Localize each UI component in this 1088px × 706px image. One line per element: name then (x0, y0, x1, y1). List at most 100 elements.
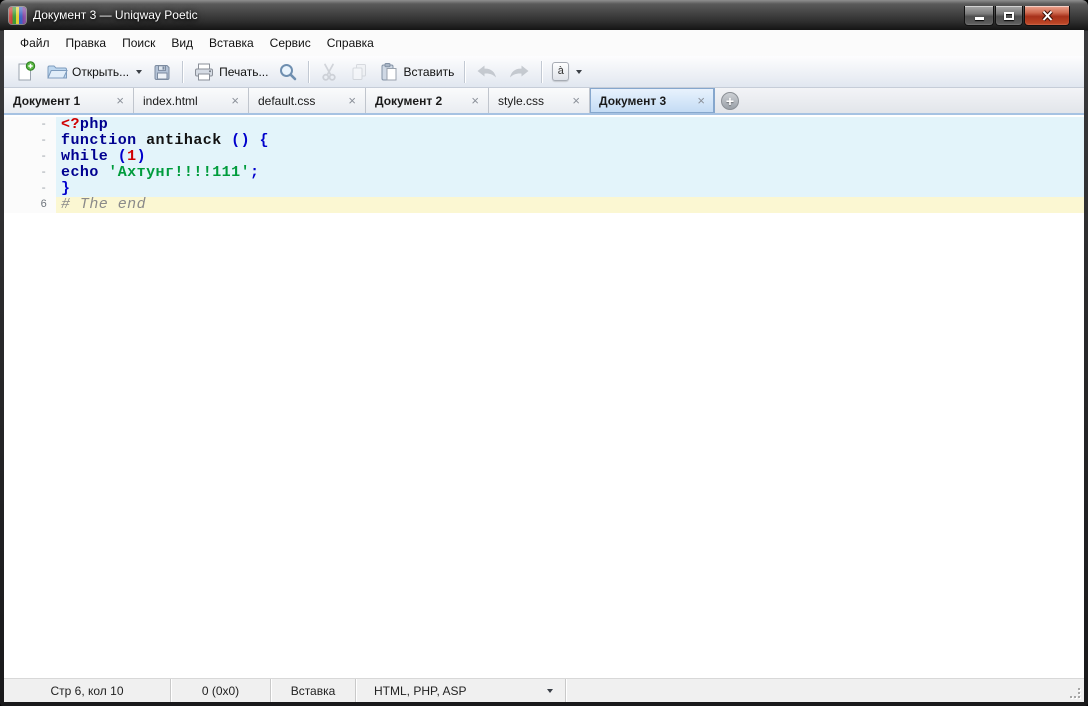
line-marker: - (4, 181, 56, 197)
line-marker: - (4, 117, 56, 133)
tab-document-1[interactable]: Документ 1 × (4, 88, 134, 113)
paste-clipboard-icon (379, 62, 399, 82)
code-text: while (1) (56, 149, 1084, 165)
save-floppy-icon (152, 62, 172, 82)
menu-file[interactable]: Файл (12, 32, 58, 54)
menu-help[interactable]: Справка (319, 32, 382, 54)
client-area: Файл Правка Поиск Вид Вставка Сервис Спр… (4, 30, 1084, 702)
tab-close-icon[interactable]: × (572, 94, 580, 107)
tab-label: Документ 3 (599, 94, 666, 108)
search-button[interactable] (273, 60, 303, 84)
print-button[interactable]: Печать... (188, 60, 273, 84)
code-line-3: - while (1) (4, 149, 1084, 165)
status-spacer (566, 679, 1084, 702)
code-line-2: - function antihack () { (4, 133, 1084, 149)
toolbar-separator (308, 61, 309, 83)
printer-icon (193, 62, 215, 82)
code-editor[interactable]: - <?php - function antihack () { - while… (4, 115, 1084, 678)
window-title: Документ 3 — Uniqway Poetic (33, 8, 198, 22)
line-marker: - (4, 149, 56, 165)
input-mode-indicator: Вставка (271, 679, 356, 702)
menu-search[interactable]: Поиск (114, 32, 163, 54)
tab-document-3-active[interactable]: Документ 3 × (590, 88, 715, 113)
line-marker: - (4, 133, 56, 149)
toolbar: Открыть... Печать... (4, 56, 1084, 88)
toolbar-separator (464, 61, 465, 83)
code-text: } (56, 181, 1084, 197)
paste-button[interactable]: Вставить (374, 60, 459, 84)
maximize-button[interactable] (995, 6, 1023, 26)
tab-label: Документ 2 (375, 94, 442, 108)
open-button-label: Открыть... (72, 65, 129, 79)
syntax-dropdown-icon (547, 689, 553, 693)
tab-close-icon[interactable]: × (697, 94, 705, 107)
caret-position-indicator: Стр 6, кол 10 (4, 679, 171, 702)
tab-label: index.html (143, 94, 198, 108)
tab-label: style.css (498, 94, 544, 108)
code-line-5: - } (4, 181, 1084, 197)
line-marker: - (4, 165, 56, 181)
code-line-1: - <?php (4, 117, 1084, 133)
tab-close-icon[interactable]: × (471, 94, 479, 107)
title-bar[interactable]: Документ 3 — Uniqway Poetic (0, 0, 1088, 30)
tab-label: Документ 1 (13, 94, 80, 108)
app-window: Документ 3 — Uniqway Poetic Файл Правка … (0, 0, 1088, 706)
app-logo-icon (9, 7, 26, 24)
menu-view[interactable]: Вид (163, 32, 201, 54)
tab-default-css[interactable]: default.css × (249, 88, 366, 113)
new-document-icon (15, 61, 36, 82)
menu-edit[interactable]: Правка (58, 32, 115, 54)
code-line-6-current: 6 # The end (4, 197, 1084, 213)
cut-button[interactable] (314, 60, 344, 84)
new-document-button[interactable] (10, 59, 41, 84)
redo-button[interactable] (503, 62, 536, 82)
minimize-icon (975, 17, 984, 20)
encoding-button[interactable]: à (547, 60, 587, 83)
undo-button[interactable] (470, 62, 503, 82)
encoding-keycap-icon: à (552, 62, 569, 81)
tab-close-icon[interactable]: × (348, 94, 356, 107)
close-button[interactable] (1024, 6, 1070, 26)
selection-indicator: 0 (0x0) (171, 679, 271, 702)
menu-bar: Файл Правка Поиск Вид Вставка Сервис Спр… (4, 30, 1084, 56)
status-bar: Стр 6, кол 10 0 (0x0) Вставка HTML, PHP,… (4, 678, 1084, 702)
tab-index-html[interactable]: index.html × (134, 88, 249, 113)
open-folder-icon (46, 62, 68, 81)
plus-icon: + (721, 92, 739, 110)
toolbar-separator (182, 61, 183, 83)
code-text: echo 'Ахтунг!!!!111'; (56, 165, 1084, 181)
print-button-label: Печать... (219, 65, 268, 79)
scissors-icon (319, 62, 339, 82)
search-icon (278, 62, 298, 82)
maximize-icon (1004, 12, 1014, 20)
resize-grip[interactable] (1070, 688, 1080, 698)
menu-insert[interactable]: Вставка (201, 32, 262, 54)
undo-arrow-icon (475, 64, 498, 80)
tab-label: default.css (258, 94, 315, 108)
redo-arrow-icon (508, 64, 531, 80)
copy-button[interactable] (344, 60, 374, 84)
open-dropdown-icon (136, 70, 142, 74)
tab-style-css[interactable]: style.css × (489, 88, 590, 113)
syntax-scheme-label: HTML, PHP, ASP (374, 684, 466, 698)
code-text: function antihack () { (56, 133, 1084, 149)
tab-close-icon[interactable]: × (116, 94, 124, 107)
code-line-4: - echo 'Ахтунг!!!!111'; (4, 165, 1084, 181)
tab-close-icon[interactable]: × (231, 94, 239, 107)
open-button[interactable]: Открыть... (41, 60, 147, 83)
menu-service[interactable]: Сервис (262, 32, 319, 54)
encoding-dropdown-icon (576, 70, 582, 74)
syntax-scheme-select[interactable]: HTML, PHP, ASP (356, 679, 566, 702)
toolbar-separator (541, 61, 542, 83)
close-icon (1041, 10, 1054, 22)
minimize-button[interactable] (964, 6, 994, 26)
line-number: 6 (4, 197, 56, 213)
code-text: # The end (56, 197, 1084, 213)
tab-bar: Документ 1 × index.html × default.css × … (4, 88, 1084, 115)
tab-document-2[interactable]: Документ 2 × (366, 88, 489, 113)
code-text: <?php (56, 117, 1084, 133)
copy-pages-icon (349, 62, 369, 82)
new-tab-button[interactable]: + (715, 88, 745, 113)
window-controls (964, 6, 1071, 26)
save-button[interactable] (147, 60, 177, 84)
